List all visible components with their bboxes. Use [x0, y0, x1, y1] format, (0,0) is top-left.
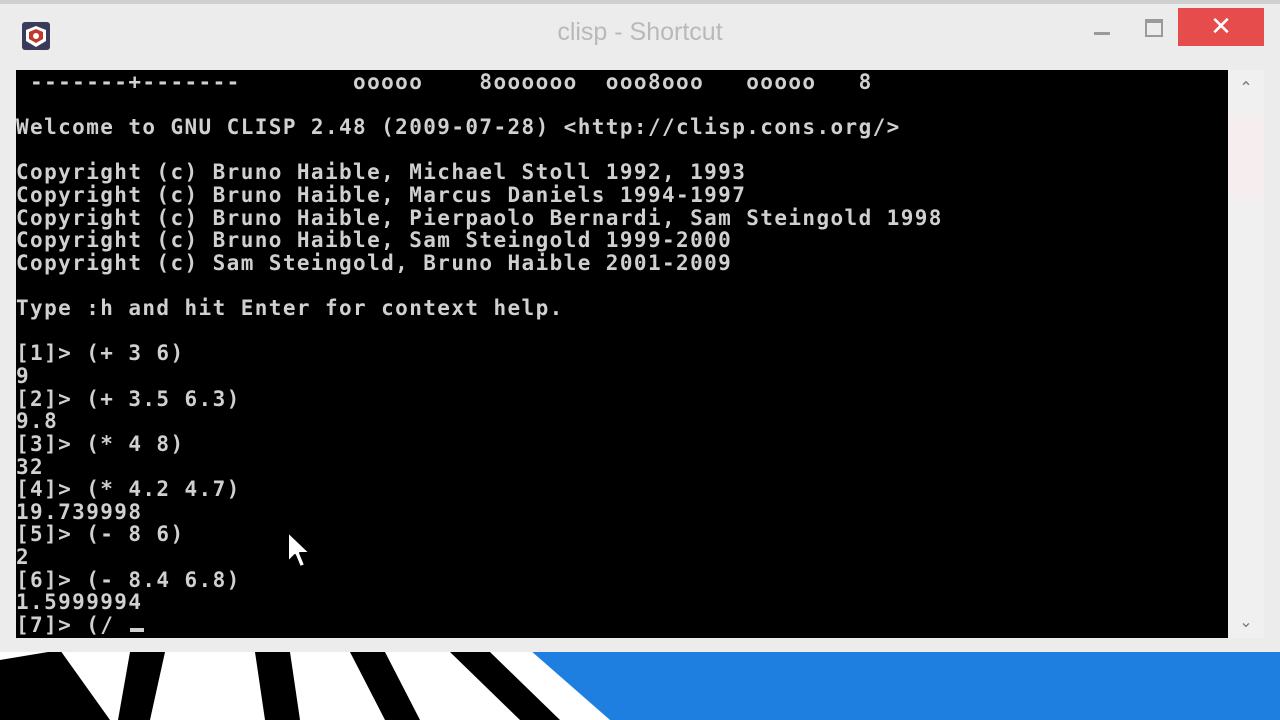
mouse-pointer-icon	[287, 531, 311, 568]
console-line: [5]> (- 8 6)	[16, 522, 185, 546]
console-line: [2]> (+ 3.5 6.3)	[16, 387, 241, 411]
console-line: [3]> (* 4 8)	[16, 432, 185, 456]
console-line: -------+------- ooooo 8oooooo ooo8ooo oo…	[16, 70, 873, 94]
console-line: 1.5999994	[16, 590, 143, 614]
console-line: Type :h and hit Enter for context help.	[16, 296, 564, 320]
console-line: Copyright (c) Bruno Haible, Michael Stol…	[16, 160, 747, 184]
scroll-up-icon[interactable]: ⌃	[1228, 76, 1264, 100]
console-prompt-input[interactable]: [7]> (/	[16, 613, 128, 637]
console-line: Copyright (c) Bruno Haible, Sam Steingol…	[16, 228, 733, 252]
console-line: [6]> (- 8.4 6.8)	[16, 568, 241, 592]
maximize-button[interactable]	[1134, 10, 1174, 46]
console-line: 32	[16, 455, 45, 479]
vertical-scrollbar[interactable]: ⌃ ⌄	[1228, 70, 1264, 638]
console-output-area[interactable]: -------+------- ooooo 8oooooo ooo8ooo oo…	[16, 70, 1228, 638]
console-line: [4]> (* 4.2 4.7)	[16, 477, 241, 501]
scroll-thumb[interactable]	[1228, 118, 1264, 198]
console-line: Copyright (c) Bruno Haible, Pierpaolo Be…	[16, 206, 943, 230]
close-icon: ✕	[1210, 12, 1232, 42]
console-line: 9	[16, 364, 31, 388]
console-line: Welcome to GNU CLISP 2.48 (2009-07-28) <…	[16, 115, 901, 139]
console-line: 2	[16, 545, 31, 569]
minimize-button[interactable]	[1082, 10, 1122, 46]
wallpaper-graphic	[0, 640, 1280, 720]
text-cursor	[130, 628, 145, 632]
console-window: clisp - Shortcut ✕ -------+------- ooooo…	[0, 0, 1280, 652]
title-bar[interactable]: clisp - Shortcut ✕	[0, 4, 1280, 66]
console-input-line[interactable]: [7]> (/	[16, 613, 145, 637]
console-line: Copyright (c) Bruno Haible, Marcus Danie…	[16, 183, 747, 207]
scroll-down-icon[interactable]: ⌄	[1228, 610, 1264, 634]
console-line: 19.739998	[16, 500, 143, 524]
console-line: Copyright (c) Sam Steingold, Bruno Haibl…	[16, 251, 733, 275]
close-button[interactable]: ✕	[1178, 8, 1264, 46]
console-line: [1]> (+ 3 6)	[16, 341, 185, 365]
console-line: 9.8	[16, 409, 59, 433]
